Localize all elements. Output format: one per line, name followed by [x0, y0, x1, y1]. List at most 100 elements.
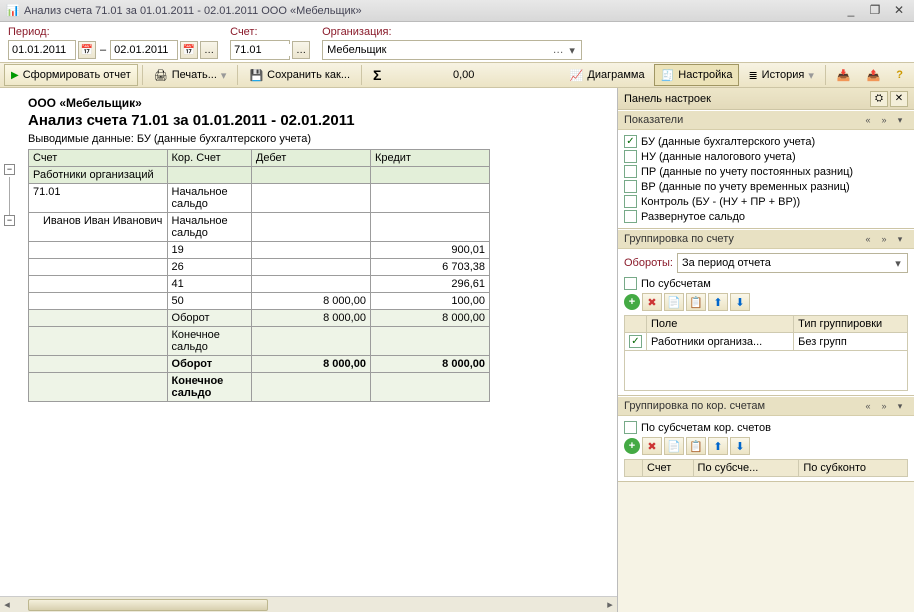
kor-move-down-button[interactable]: ⬇ [730, 437, 750, 455]
indicators-prev-icon[interactable]: « [860, 115, 876, 125]
grid-row-field[interactable]: Работники организа... [647, 333, 794, 351]
misc-button-1[interactable]: 📥 [830, 64, 858, 86]
table-row: 508 000,00100,00 [29, 293, 490, 310]
kor-col-sub: По субсче... [693, 460, 799, 477]
indicator-checkbox[interactable] [624, 210, 637, 223]
move-down-button[interactable]: ⬇ [730, 293, 750, 311]
org-dropdown[interactable]: Мебельщик … ▾ [322, 40, 582, 60]
close-button[interactable]: ✕ [890, 4, 908, 18]
kor-paste-button[interactable]: 📋 [686, 437, 706, 455]
report-table: Счет Кор. Счет Дебет Кредит Работники ор… [28, 149, 490, 402]
paste-button[interactable]: 📋 [686, 293, 706, 311]
report-subtitle: Выводимые данные: БУ (данные бухгалтерск… [28, 133, 609, 145]
turnover-dropdown[interactable]: За период отчета ▾ [677, 253, 908, 273]
scroll-right-icon[interactable]: ▸ [603, 598, 617, 611]
chevron-down-icon[interactable]: ▾ [565, 44, 579, 57]
minimize-button[interactable]: _ [842, 4, 860, 18]
col-debit: Дебет [251, 150, 370, 167]
indicator-checkbox[interactable] [624, 195, 637, 208]
grid-row-checkbox[interactable] [629, 335, 642, 348]
generate-report-button[interactable]: ▶Сформировать отчет [4, 64, 138, 86]
printer-icon: 🖨 [154, 69, 168, 82]
date-to-input[interactable] [114, 44, 174, 56]
panel-options-button[interactable]: ⛭ [870, 91, 888, 107]
kor-copy-button[interactable]: 📄 [664, 437, 684, 455]
outline-tree: − − [4, 164, 22, 228]
misc-button-2[interactable]: 📤 [860, 64, 888, 86]
panel-close-button[interactable]: ✕ [890, 91, 908, 107]
account-picker-button[interactable]: … [292, 41, 310, 59]
history-button[interactable]: ≣История▾ [741, 64, 820, 86]
scroll-left-icon[interactable]: ◂ [0, 598, 14, 611]
group-acct-grid[interactable]: ПолеТип группировки Работники организа..… [624, 315, 908, 391]
indicators-collapse-icon[interactable]: ▾ [892, 115, 908, 126]
tree-collapse-2[interactable]: − [4, 215, 15, 226]
sigma-icon: Σ [373, 67, 381, 83]
account-input[interactable] [234, 44, 294, 56]
add-row-button[interactable]: + [624, 294, 640, 310]
org-clear-icon[interactable]: … [551, 44, 565, 56]
delete-row-button[interactable]: ✖ [642, 293, 662, 311]
group-kor-grid[interactable]: СчетПо субсче...По субконто [624, 459, 908, 477]
date-from-input[interactable] [12, 44, 72, 56]
help-icon: ? [896, 69, 903, 81]
indicator-checkbox[interactable] [624, 165, 637, 178]
indicator-row: БУ (данные бухгалтерского учета) [624, 134, 908, 149]
group-acct-collapse-icon[interactable]: ▾ [892, 234, 908, 245]
sum-button[interactable]: Σ [366, 64, 388, 86]
move-up-button[interactable]: ⬆ [708, 293, 728, 311]
group-kor-title: Группировка по кор. счетам [624, 400, 860, 412]
period-picker-button[interactable]: … [200, 41, 218, 59]
company-name: ООО «Мебельщик» [28, 96, 609, 110]
group-kor-collapse-icon[interactable]: ▾ [892, 401, 908, 412]
indicator-label: ПР (данные по учету постоянных разниц) [641, 166, 853, 178]
horizontal-scrollbar[interactable]: ◂ ▸ [0, 596, 617, 612]
window-title: Анализ счета 71.01 за 01.01.2011 - 02.01… [24, 5, 842, 17]
scroll-thumb[interactable] [28, 599, 268, 611]
table-row: Конечное сальдо [29, 373, 490, 402]
print-button[interactable]: 🖨Печать...▾ [147, 64, 234, 86]
indicator-checkbox[interactable] [624, 150, 637, 163]
indicator-checkbox[interactable] [624, 180, 637, 193]
account-label: Счет: [230, 26, 310, 38]
settings-button[interactable]: 🧾Настройка [654, 64, 740, 86]
copy-button[interactable]: 📄 [664, 293, 684, 311]
save-as-button[interactable]: 💾Сохранить как... [242, 64, 357, 86]
kor-delete-button[interactable]: ✖ [642, 437, 662, 455]
grid-row: Работники организа... Без групп [625, 333, 908, 351]
indicator-row: НУ (данные налогового учета) [624, 149, 908, 164]
help-button[interactable]: ? [889, 64, 910, 86]
group-kor-prev-icon[interactable]: « [860, 401, 876, 411]
chevron-down-icon[interactable]: ▾ [891, 257, 905, 270]
by-subaccounts-checkbox[interactable] [624, 277, 637, 290]
diagram-button[interactable]: 📈Диаграмма [563, 64, 652, 86]
restore-button[interactable]: ❐ [866, 4, 884, 18]
indicator-checkbox[interactable] [624, 135, 637, 148]
kor-by-sub-label: По субсчетам кор. счетов [641, 422, 771, 434]
app-icon: 📊 [6, 4, 20, 18]
grid-row-type[interactable]: Без групп [794, 333, 908, 351]
col-credit: Кредит [370, 150, 489, 167]
settings-panel: Панель настроек ⛭ ✕ Показатели « » ▾ БУ … [618, 88, 914, 612]
table-row: Иванов Иван ИвановичНачальное сальдо [29, 213, 490, 242]
parameters-bar: Период: 📅 – 📅 … Счет: … Организация: Меб… [0, 22, 914, 62]
group-acct-next-icon[interactable]: » [876, 234, 892, 244]
indicators-next-icon[interactable]: » [876, 115, 892, 125]
col-kor-account: Кор. Счет [167, 150, 251, 167]
kor-add-button[interactable]: + [624, 438, 640, 454]
kor-by-sub-checkbox[interactable] [624, 421, 637, 434]
date-from-calendar-icon[interactable]: 📅 [78, 41, 96, 59]
table-row: Конечное сальдо [29, 327, 490, 356]
kor-move-up-button[interactable]: ⬆ [708, 437, 728, 455]
indicator-label: ВР (данные по учету временных разниц) [641, 181, 850, 193]
tree-collapse-1[interactable]: − [4, 164, 15, 175]
group-kor-next-icon[interactable]: » [876, 401, 892, 411]
group-acct-prev-icon[interactable]: « [860, 234, 876, 244]
grid-col-field: Поле [647, 316, 794, 333]
group-acct-title: Группировка по счету [624, 233, 860, 245]
date-to-calendar-icon[interactable]: 📅 [180, 41, 198, 59]
save-icon: 💾 [249, 69, 263, 82]
indicator-row: Развернутое сальдо [624, 209, 908, 224]
indicator-row: Контроль (БУ - (НУ + ПР + ВР)) [624, 194, 908, 209]
play-icon: ▶ [11, 70, 19, 81]
